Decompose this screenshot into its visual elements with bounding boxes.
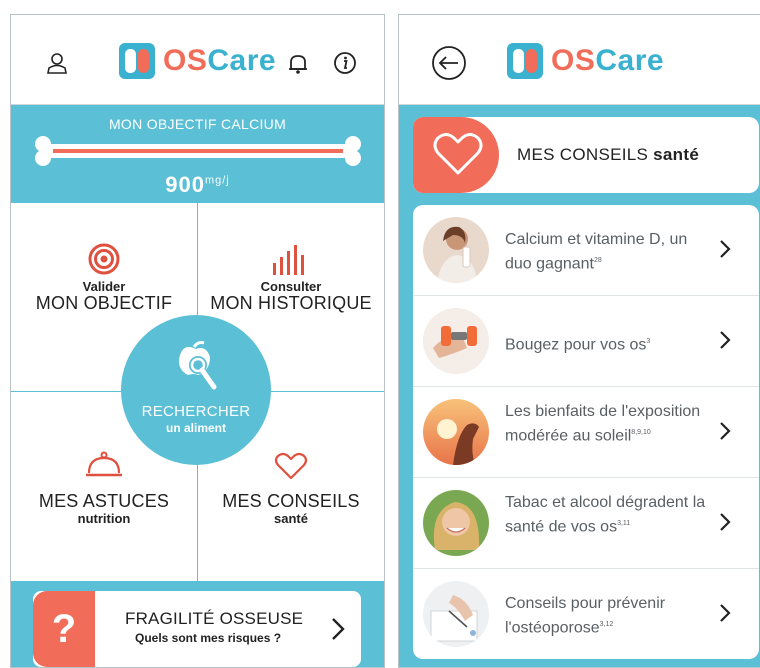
app-logo: OSCare: [507, 41, 664, 81]
advice-text: Tabac et alcool dégradent la santé de vo…: [505, 494, 706, 536]
cloche-icon: [86, 451, 122, 477]
home-screen: OSCare MON OBJECTIF CALCIUM 900mg/j Vali…: [10, 14, 385, 668]
dumbbell-photo-icon: [423, 308, 489, 374]
bell-icon[interactable]: [286, 51, 310, 75]
advice-text: Calcium et vitamine D, un duo gagnant28: [505, 231, 688, 273]
goal-unit: mg/j: [204, 174, 230, 187]
app-header: OSCare: [399, 15, 760, 105]
chevron-right-icon: [720, 604, 731, 622]
list-item[interactable]: Les bienfaits de l'exposition modérée au…: [413, 387, 759, 478]
goal-value: 900mg/j: [165, 172, 230, 197]
smiling-woman-photo-icon: [423, 490, 489, 556]
list-item[interactable]: Tabac et alcool dégradent la santé de vo…: [413, 478, 759, 569]
health-advice-header: MES CONSEILS santé: [413, 117, 759, 193]
app-logo: OSCare: [119, 41, 276, 81]
chevron-right-icon: [332, 618, 345, 640]
health-advice-screen: OSCare MES CONSEILS santé Calcium et vit…: [398, 14, 760, 668]
writing-hand-photo-icon: [423, 581, 489, 647]
bone-logo-icon: [507, 43, 543, 79]
bone-logo-icon: [119, 43, 155, 79]
advice-text: Les bienfaits de l'exposition modérée au…: [505, 403, 701, 445]
food-label: un aliment: [165, 421, 226, 435]
heart-badge: [413, 117, 499, 193]
advice-text: Conseils pour prévenir l'ostéoporose3,12: [505, 595, 666, 637]
nutrition-label: nutrition: [77, 511, 131, 526]
fragility-subtitle: Quels sont mes risques ?: [135, 631, 282, 645]
brand-os: OS: [163, 44, 208, 77]
heart-icon: [433, 133, 483, 175]
tips-label: MES ASTUCES: [38, 491, 170, 511]
apple-search-icon: [179, 341, 217, 390]
chevron-right-icon: [720, 513, 731, 531]
back-arrow-icon[interactable]: [431, 45, 467, 81]
list-item[interactable]: Bougez pour vos os3: [413, 296, 759, 387]
brand-care: Care: [595, 44, 665, 77]
search-label: RECHERCHER: [141, 403, 251, 420]
search-food-button[interactable]: RECHERCHER un aliment: [121, 315, 271, 465]
consult-label: Consulter: [260, 279, 322, 294]
validate-label: Valider: [82, 279, 126, 294]
advice-list: Calcium et vitamine D, un duo gagnant28 …: [413, 205, 759, 659]
health-label: santé: [274, 511, 308, 526]
sunset-photo-icon: [423, 399, 489, 465]
bone-fragility-card[interactable]: ? FRAGILITÉ OSSEUSE Quels sont mes risqu…: [33, 591, 361, 667]
page-title: MES CONSEILS santé: [517, 145, 700, 164]
woman-drinking-photo-icon: [423, 217, 489, 283]
advice-text: Bougez pour vos os3: [505, 336, 651, 354]
goal-title: MON OBJECTIF CALCIUM: [108, 116, 287, 132]
heart-icon: [274, 452, 308, 480]
question-mark-icon: ?: [33, 591, 95, 667]
brand-care: Care: [207, 44, 277, 77]
list-item[interactable]: Calcium et vitamine D, un duo gagnant28: [413, 205, 759, 296]
target-icon: [88, 243, 120, 275]
fragility-title: FRAGILITÉ OSSEUSE: [125, 609, 304, 628]
brand-os: OS: [551, 44, 596, 77]
history-label: MON HISTORIQUE: [210, 293, 372, 313]
user-icon[interactable]: [45, 51, 69, 75]
bar-chart-icon: [273, 245, 304, 275]
objective-label: MON OBJECTIF: [35, 293, 173, 313]
info-icon[interactable]: [333, 51, 357, 75]
app-header: OSCare: [11, 15, 384, 105]
calcium-goal-panel[interactable]: MON OBJECTIF CALCIUM 900mg/j: [11, 106, 384, 202]
advice-label: MES CONSEILS: [222, 491, 360, 511]
list-item[interactable]: Conseils pour prévenir l'ostéoporose3,12: [413, 569, 759, 659]
chevron-right-icon: [720, 240, 731, 258]
chevron-right-icon: [720, 331, 731, 349]
chevron-right-icon: [720, 422, 731, 440]
bone-progress-bar: [35, 136, 361, 166]
